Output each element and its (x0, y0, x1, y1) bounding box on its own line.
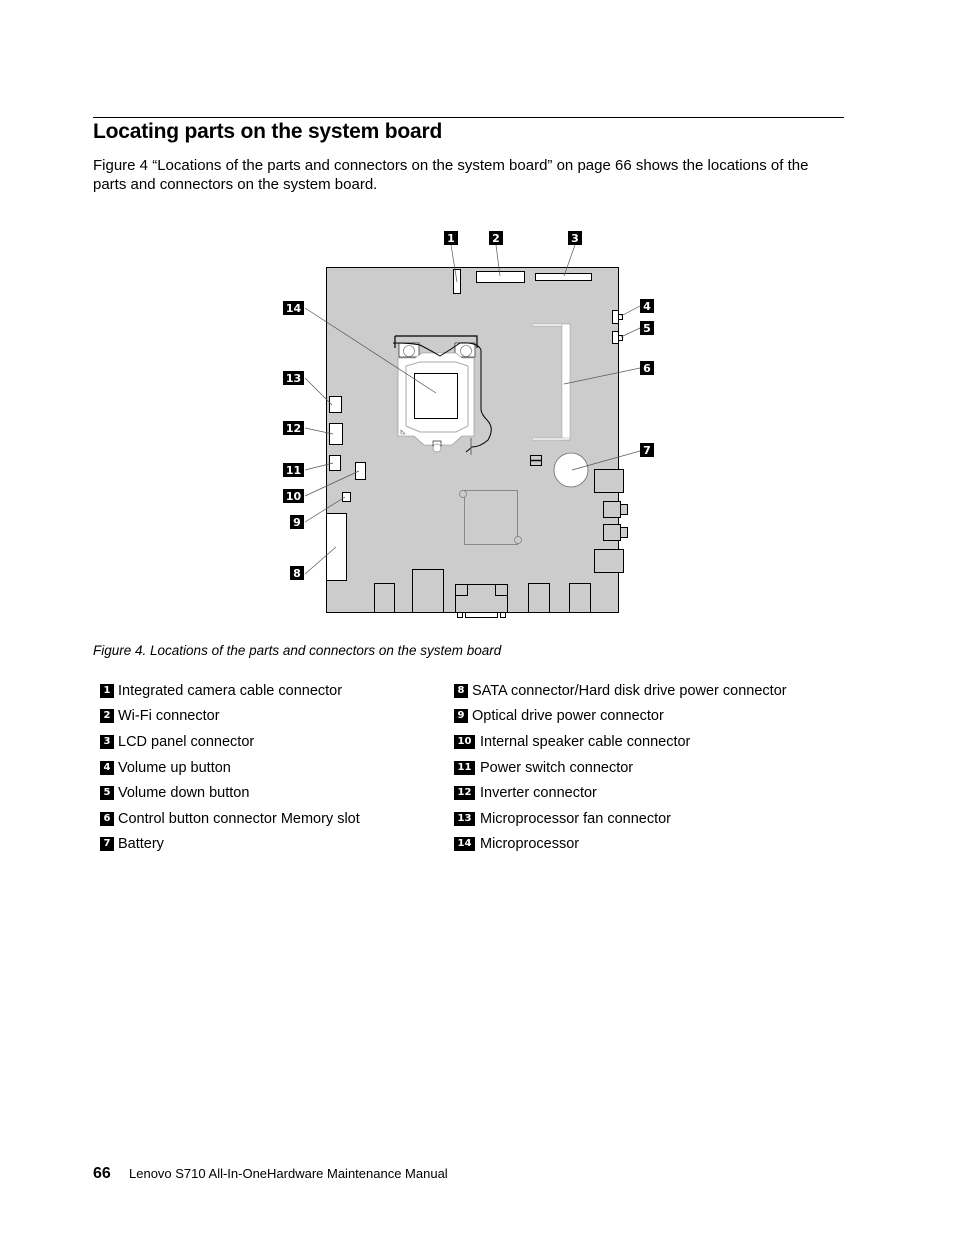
legend-label: Optical drive power connector (472, 708, 664, 725)
callout-label: 14 (286, 302, 302, 315)
legend-badge: 8 (454, 683, 468, 698)
callout-8: 8 (290, 566, 304, 580)
legend-badge: 6 (100, 811, 114, 826)
lcd-connector (535, 273, 592, 281)
legend-item: 11 Power switch connector (454, 755, 787, 781)
callout-13: 13 (283, 371, 304, 385)
legend-item: 12 Inverter connector (454, 780, 787, 806)
legend-item: 1 Integrated camera cable connector (100, 678, 360, 704)
callout-label: 4 (643, 300, 651, 313)
legend-label: Inverter connector (480, 785, 597, 802)
legend-badge: 9 (454, 709, 468, 724)
callout-7: 7 (640, 443, 654, 457)
legend-item: 7 Battery (100, 832, 360, 858)
callout-label: 10 (286, 490, 302, 503)
legend-item: 14 Microprocessor (454, 832, 787, 858)
callout-1: 1 (444, 231, 458, 245)
callout-4: 4 (640, 299, 654, 313)
legend-badge: 4 (100, 760, 114, 775)
legend-badge: 11 (454, 760, 475, 775)
page-footer: 66 Lenovo S710 All-In-OneHardware Mainte… (93, 1165, 448, 1183)
legend-label: Battery (118, 836, 164, 853)
callout-label: 6 (643, 362, 651, 375)
battery (553, 452, 589, 488)
legend-label: Wi-Fi connector (118, 708, 220, 725)
legend-badge: 7 (100, 837, 114, 852)
system-board-figure: 1 2 3 4 5 6 7 8 9 10 11 12 13 14 (0, 0, 954, 640)
callout-12: 12 (283, 421, 304, 435)
legend-item: 2 Wi-Fi connector (100, 704, 360, 730)
legend-item: 6 Control button connector Memory slot (100, 806, 360, 832)
legend-label: Microprocessor (480, 836, 580, 853)
legend-item: 9 Optical drive power connector (454, 704, 787, 730)
legend-item: 5 Volume down button (100, 780, 360, 806)
callout-label: 2 (492, 232, 500, 245)
figure-caption: Figure 4. Locations of the parts and con… (93, 643, 502, 658)
callout-3: 3 (568, 231, 582, 245)
section-rule (93, 117, 844, 118)
cpu-socket (392, 335, 492, 455)
callout-14: 14 (283, 301, 304, 315)
callout-2: 2 (489, 231, 503, 245)
inverter-connector (329, 423, 343, 445)
legend-label: Microprocessor fan connector (480, 810, 671, 827)
legend-label: Volume up button (118, 759, 231, 776)
callout-6: 6 (640, 361, 654, 375)
legend-item: 10 Internal speaker cable connector (454, 729, 787, 755)
callout-label: 8 (293, 567, 301, 580)
callout-label: 11 (286, 464, 301, 477)
legend-right: 8 SATA connector/Hard disk drive power co… (454, 678, 787, 857)
callout-label: 9 (293, 516, 301, 529)
page-title: Locating parts on the system board (93, 120, 443, 143)
callout-label: 3 (571, 232, 579, 245)
wifi-connector (476, 271, 525, 283)
legend-label: LCD panel connector (118, 733, 255, 750)
callout-5: 5 (640, 321, 654, 335)
legend-item: 3 LCD panel connector (100, 729, 360, 755)
legend-badge: 1 (100, 683, 114, 698)
legend-badge: 3 (100, 734, 114, 749)
speaker-connector (355, 462, 366, 480)
legend-badge: 14 (454, 837, 475, 852)
memory-slot (531, 323, 571, 441)
legend-label: Control button connector Memory slot (118, 810, 360, 827)
system-board (326, 267, 619, 613)
legend-label: SATA connector/Hard disk drive power con… (472, 682, 787, 699)
callout-label: 12 (286, 422, 301, 435)
volume-down-button (612, 331, 619, 344)
page-number: 66 (93, 1165, 111, 1182)
sata-connector (326, 513, 347, 581)
legend-badge: 5 (100, 786, 114, 801)
volume-up-button (612, 310, 619, 324)
optical-power-connector (342, 492, 351, 502)
callout-label: 5 (643, 322, 651, 335)
callout-9: 9 (290, 515, 304, 529)
legend-badge: 2 (100, 709, 114, 724)
fan-connector (329, 396, 342, 413)
microprocessor (414, 373, 458, 419)
legend-badge: 10 (454, 734, 475, 749)
legend-item: 8 SATA connector/Hard disk drive power co… (454, 678, 787, 704)
legend-item: 13 Microprocessor fan connector (454, 806, 787, 832)
power-switch-connector (329, 455, 341, 471)
legend-label: Power switch connector (480, 759, 634, 776)
callout-11: 11 (283, 463, 304, 477)
legend-item: 4 Volume up button (100, 755, 360, 781)
legend-left: 1 Integrated camera cable connector 2 Wi-F… (100, 678, 360, 857)
callout-label: 13 (286, 372, 301, 385)
callout-label: 1 (447, 232, 455, 245)
legend-badge: 12 (454, 786, 475, 801)
manual-title: Lenovo S710 All-In-OneHardware Maintenan… (129, 1166, 448, 1181)
intro-paragraph: Figure 4 “Locations of the parts and con… (93, 157, 809, 193)
legend-label: Volume down button (118, 785, 250, 802)
legend-label: Integrated camera cable connector (118, 682, 343, 699)
legend-label: Internal speaker cable connector (480, 733, 691, 750)
legend-badge: 13 (454, 811, 475, 826)
callout-label: 7 (643, 444, 651, 457)
callout-10: 10 (283, 489, 304, 503)
camera-connector (453, 269, 461, 294)
